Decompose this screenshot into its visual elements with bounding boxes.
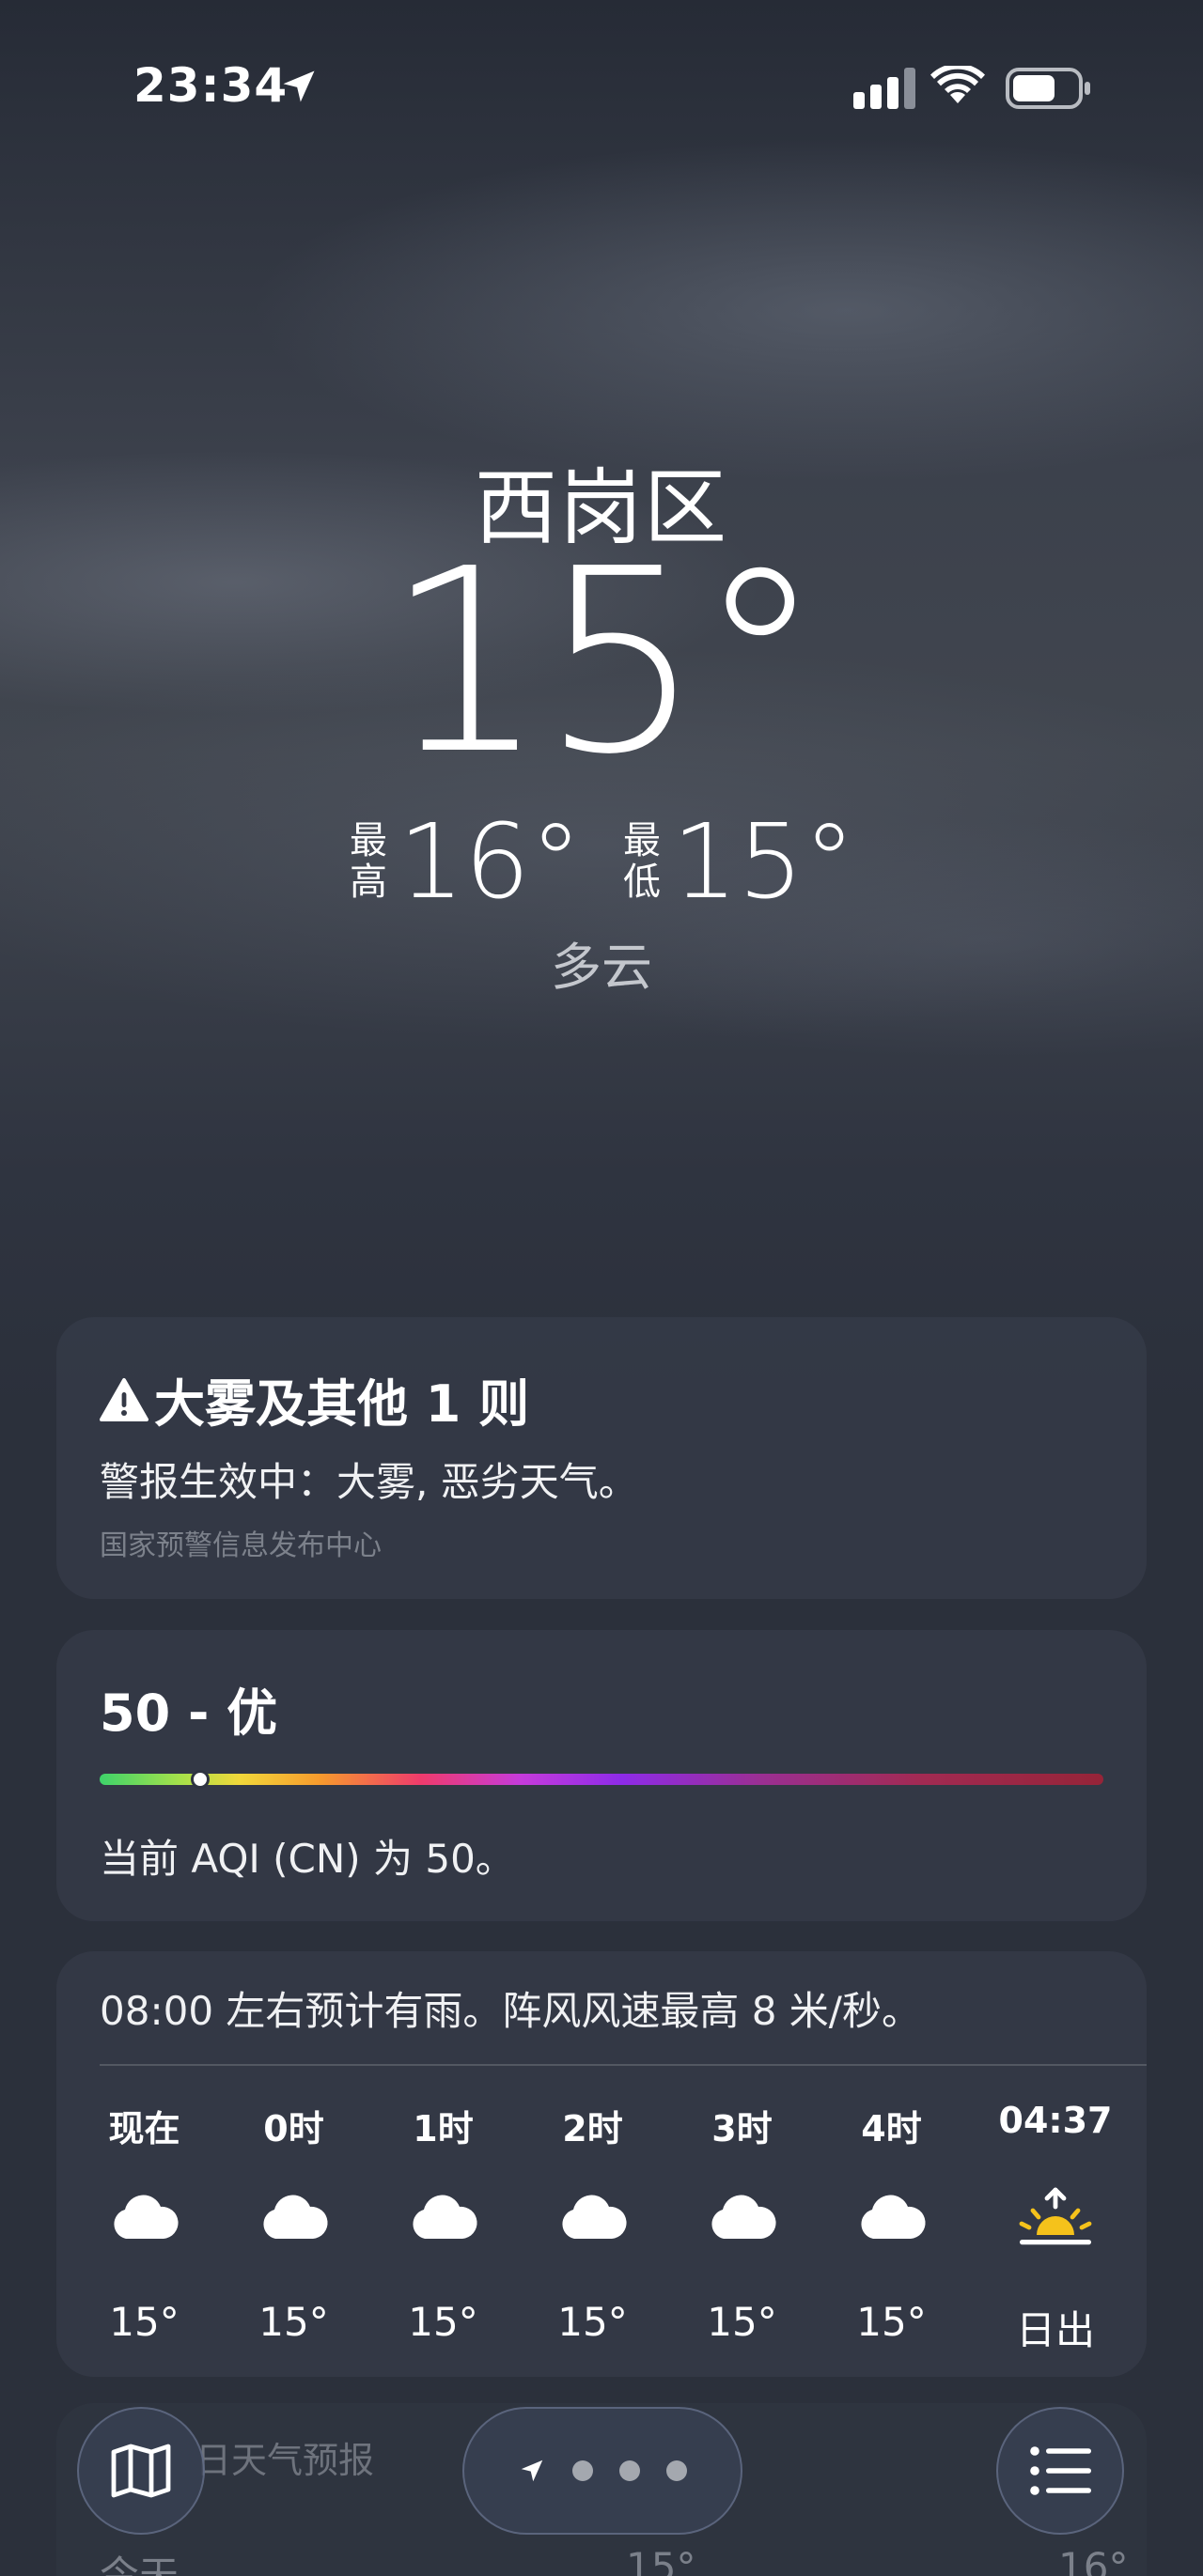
cloud-icon <box>262 2195 328 2239</box>
high-low-temperature: 最高 16° 最低 15° <box>0 810 1203 913</box>
aqi-title: 50 - 优 <box>100 1684 278 1743</box>
location-pager[interactable] <box>462 2407 742 2535</box>
alert-title: 大雾及其他 1 则 <box>154 1374 530 1434</box>
hour-item: 1时 15° <box>368 2092 518 2374</box>
hour-label: 0时 <box>263 2108 324 2149</box>
hour-item: 0时 15° <box>219 2092 368 2374</box>
cloud-icon <box>711 2195 776 2239</box>
hour-temp: 15° <box>109 2299 180 2345</box>
low-temp: 15° <box>672 801 855 922</box>
location-arrow-icon <box>283 70 315 102</box>
hourly-list[interactable]: 现在 15° 0时 15° 1时 15° 2时 15° 3时 15° 4时 15… <box>70 2092 1147 2374</box>
hourly-summary: 08:00 左右预计有雨。阵风风速最高 8 米/秒。 <box>100 1988 921 2034</box>
hour-temp: 日出 <box>1015 2307 1095 2353</box>
status-bar: 23:34 <box>0 0 1203 178</box>
aqi-description: 当前 AQI (CN) 为 50。 <box>100 1836 515 1882</box>
hour-item: 2时 15° <box>518 2092 667 2374</box>
hour-label: 04:37 <box>998 2100 1113 2141</box>
cloud-icon <box>860 2195 926 2239</box>
alert-body: 警报生效中：大雾, 恶劣天气。 <box>100 1459 638 1505</box>
hour-label: 2时 <box>562 2108 623 2149</box>
bottom-toolbar <box>0 2386 1203 2576</box>
sunrise-icon <box>1019 2187 1092 2245</box>
current-temperature: 15° <box>384 514 824 810</box>
hour-label: 现在 <box>108 2108 180 2149</box>
weather-alert-card[interactable]: 大雾及其他 1 则 警报生效中：大雾, 恶劣天气。 国家预警信息发布中心 <box>56 1317 1147 1599</box>
hour-item-sunrise: 04:37 日出 <box>966 2092 1145 2374</box>
hour-label: 4时 <box>861 2108 922 2149</box>
page-dot <box>666 2460 687 2481</box>
hour-temp: 15° <box>856 2299 927 2345</box>
hour-temp: 15° <box>408 2299 478 2345</box>
map-button[interactable] <box>77 2407 205 2535</box>
hour-temp: 15° <box>707 2299 777 2345</box>
low-label: 最低 <box>623 819 661 904</box>
aqi-indicator-dot <box>190 1770 210 1789</box>
high-label: 最高 <box>350 819 388 904</box>
cloud-icon <box>412 2195 477 2239</box>
location-arrow-icon <box>521 2460 543 2482</box>
warning-triangle-icon <box>100 1377 148 1421</box>
hour-item: 4时 15° <box>817 2092 966 2374</box>
high-temp-group: 最高 16° <box>348 810 582 913</box>
hour-item: 3时 15° <box>667 2092 817 2374</box>
hour-temp: 15° <box>557 2299 628 2345</box>
cloud-icon <box>113 2195 179 2239</box>
hourly-forecast-card[interactable]: 08:00 左右预计有雨。阵风风速最高 8 米/秒。 现在 15° 0时 15°… <box>56 1951 1147 2377</box>
status-time: 23:34 <box>133 58 289 113</box>
alert-title-row: 大雾及其他 1 则 <box>100 1362 529 1436</box>
cellular-signal-icon <box>853 68 915 109</box>
hour-label: 3时 <box>711 2108 773 2149</box>
weather-condition: 多云 <box>551 938 652 997</box>
page-dot <box>619 2460 640 2481</box>
list-icon <box>1030 2446 1091 2495</box>
low-temp-group: 最低 15° <box>621 810 855 913</box>
cloud-icon <box>561 2195 627 2239</box>
map-icon <box>111 2444 171 2498</box>
alert-source: 国家预警信息发布中心 <box>100 1529 382 1562</box>
page-dot <box>572 2460 593 2481</box>
hour-temp: 15° <box>258 2299 329 2345</box>
hour-item: 现在 15° <box>70 2092 219 2374</box>
city-list-button[interactable] <box>996 2407 1124 2535</box>
battery-icon <box>1006 68 1090 109</box>
divider <box>100 2064 1147 2066</box>
wifi-icon <box>930 66 985 103</box>
hour-label: 1时 <box>413 2108 474 2149</box>
air-quality-card[interactable]: 50 - 优 当前 AQI (CN) 为 50。 <box>56 1630 1147 1921</box>
high-temp: 16° <box>398 801 582 922</box>
aqi-scale-bar <box>100 1770 1103 1789</box>
